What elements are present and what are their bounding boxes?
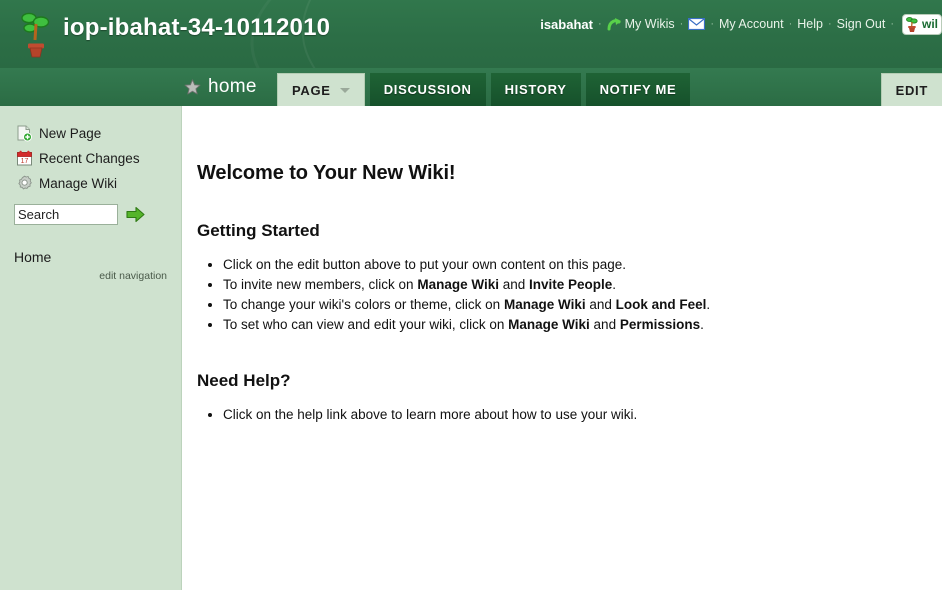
sidebar-item-label: New Page: [39, 126, 102, 141]
emphasis-text: Permissions: [619, 317, 701, 332]
emphasis-text: Look and Feel: [615, 297, 707, 312]
body-text: To set who can view and edit your wiki, …: [223, 317, 509, 332]
help-link[interactable]: Help: [797, 17, 823, 31]
sidebar: New Page 17 Recent Changes Manage Wiki S…: [0, 106, 182, 590]
my-account-link[interactable]: My Account: [719, 17, 784, 31]
my-wikis-link[interactable]: My Wikis: [625, 17, 675, 31]
sidebar-item-label: Manage Wiki: [39, 176, 118, 191]
home-tab-label: home: [208, 76, 257, 97]
plant-pot-icon: [906, 17, 918, 32]
need-help-heading: Need Help?: [197, 371, 291, 390]
edit-button-label: EDIT: [895, 82, 928, 98]
getting-started-heading: Getting Started: [197, 221, 320, 240]
body-text: Click on the help link above to learn mo…: [223, 407, 638, 422]
content-area: Welcome to Your New Wiki! Getting Starte…: [183, 122, 942, 590]
page-body: New Page 17 Recent Changes Manage Wiki S…: [0, 106, 942, 590]
new-page-icon: [17, 125, 32, 142]
body-text: Click on the edit button above to put yo…: [223, 257, 627, 272]
body-text: and: [589, 317, 620, 332]
sign-out-link[interactable]: Sign Out: [837, 17, 886, 31]
svg-text:17: 17: [21, 158, 29, 165]
edit-navigation-link[interactable]: edit navigation: [0, 270, 167, 282]
separator: ·: [679, 18, 684, 30]
tab-discussion[interactable]: DISCUSSION: [369, 73, 486, 106]
list-item: Click on the edit button above to put yo…: [223, 255, 912, 275]
emphasis-text: Manage Wiki: [508, 317, 590, 332]
tab-history-label: HISTORY: [504, 82, 567, 97]
body-text: To change your wiki's colors or theme, c…: [223, 297, 504, 312]
separator: ·: [710, 18, 714, 30]
need-help-list: Click on the help link above to learn mo…: [197, 405, 912, 425]
body-text: .: [700, 317, 704, 332]
tab-notify-me-label: NOTIFY ME: [599, 82, 677, 97]
edit-button[interactable]: EDIT: [880, 73, 942, 106]
body-text: .: [706, 297, 711, 312]
sidebar-item-label: Recent Changes: [39, 151, 140, 166]
search-input[interactable]: [14, 204, 118, 225]
tab-list: PAGE DISCUSSION HISTORY NOTIFY ME: [277, 73, 691, 106]
search-row: [14, 204, 181, 225]
sidebar-item-manage-wiki[interactable]: Manage Wiki: [0, 171, 181, 196]
emphasis-text: Manage Wiki: [503, 297, 586, 312]
list-item: To change your wiki's colors or theme, c…: [223, 295, 912, 315]
page-title: iop-ibahat-34-10112010: [63, 14, 331, 41]
star-icon: [184, 78, 201, 94]
emphasis-text: Invite People: [529, 277, 613, 292]
body-text: To invite new members, click on: [223, 277, 418, 292]
sidebar-nav-list: New Page 17 Recent Changes Manage Wiki: [0, 106, 181, 196]
tab-history[interactable]: HISTORY: [490, 73, 581, 106]
tab-page[interactable]: PAGE: [277, 73, 365, 106]
gear-icon: [18, 175, 32, 190]
body-text: and: [585, 297, 616, 312]
emphasis-text: Manage Wiki: [417, 277, 499, 292]
curved-arrow-icon[interactable]: [607, 17, 622, 31]
sidebar-home-link[interactable]: Home: [14, 249, 181, 265]
tab-discussion-label: DISCUSSION: [383, 82, 472, 97]
calendar-icon: 17: [17, 150, 32, 166]
home-tab[interactable]: home: [176, 68, 271, 106]
current-wiki-badge[interactable]: wil: [901, 13, 942, 35]
list-item: To invite new members, click on Manage W…: [223, 275, 912, 295]
page-header: iop-ibahat-34-10112010 isabahat · My Wik…: [0, 0, 942, 68]
body-text: .: [612, 277, 617, 292]
envelope-icon[interactable]: [688, 18, 706, 30]
list-item: To set who can view and edit your wiki, …: [223, 315, 912, 335]
plant-pot-icon: [21, 12, 50, 58]
getting-started-list: Click on the edit button above to put yo…: [197, 255, 912, 335]
sidebar-item-new-page[interactable]: New Page: [0, 121, 181, 146]
content-title: Welcome to Your New Wiki!: [197, 162, 456, 184]
separator: ·: [597, 18, 602, 30]
green-arrow-icon[interactable]: [126, 206, 145, 223]
list-item: Click on the help link above to learn mo…: [223, 405, 912, 425]
user-bar: isabahat · My Wikis · · My Account · Hel…: [540, 13, 942, 35]
wiki-page: iop-ibahat-34-10112010 isabahat · My Wik…: [0, 0, 942, 590]
tab-page-label: PAGE: [292, 82, 331, 98]
separator: ·: [890, 18, 894, 30]
separator: ·: [788, 18, 793, 30]
username-label: isabahat: [540, 16, 593, 32]
chevron-down-icon[interactable]: [339, 87, 350, 93]
tab-notify-me[interactable]: NOTIFY ME: [585, 73, 691, 106]
wiki-badge-label: wil: [921, 17, 938, 31]
sidebar-item-recent-changes[interactable]: 17 Recent Changes: [0, 146, 181, 171]
separator: ·: [828, 18, 832, 30]
body-text: and: [498, 277, 530, 292]
tab-bar: home PAGE DISCUSSION HISTORY NOTIFY ME E…: [0, 68, 942, 106]
